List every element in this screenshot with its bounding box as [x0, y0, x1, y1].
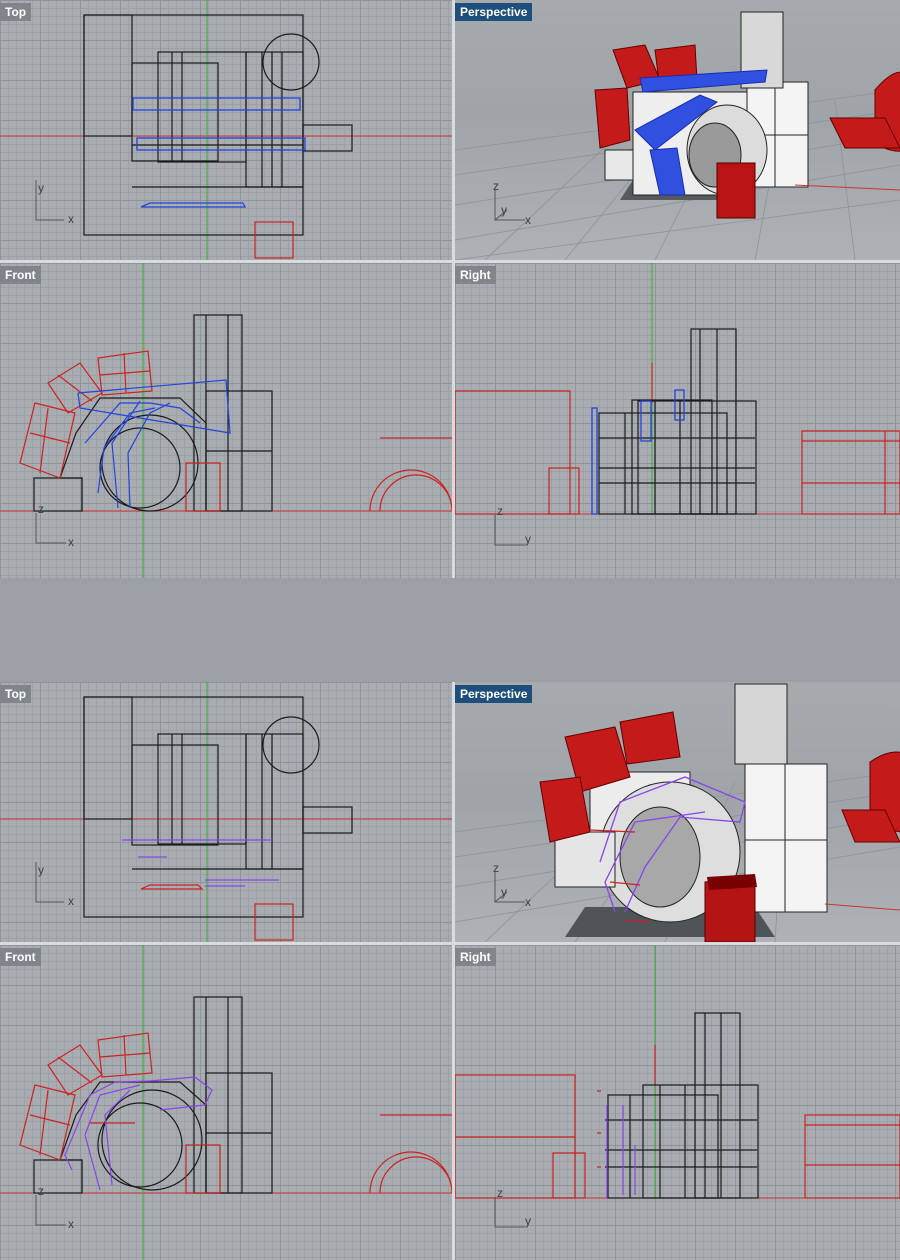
- perspective-view-drawing: z y x: [455, 683, 900, 942]
- axis-label-z: z: [38, 1184, 44, 1198]
- axis-label-y: y: [501, 885, 507, 899]
- viewport-right[interactable]: z y Right: [455, 945, 900, 1260]
- front-view-drawing: z x: [0, 945, 452, 1260]
- axis-label-z: z: [38, 502, 44, 516]
- axis-label-z: z: [493, 861, 499, 875]
- viewport-title-top[interactable]: Top: [0, 3, 32, 21]
- axis-label-y: y: [501, 203, 507, 217]
- viewport-title-front[interactable]: Front: [0, 948, 41, 966]
- viewport-title-perspective[interactable]: Perspective: [455, 3, 533, 21]
- viewport-divider-vertical[interactable]: [452, 0, 455, 578]
- viewport-perspective[interactable]: z y x Perspective: [455, 682, 900, 942]
- axis-label-x: x: [68, 212, 74, 226]
- top-view-drawing: y x: [0, 682, 452, 942]
- axis-label-y: y: [525, 1214, 531, 1228]
- axis-label-z: z: [497, 504, 503, 518]
- top-view-drawing: y x: [0, 0, 452, 260]
- axis-label-x: x: [68, 894, 74, 908]
- axis-label-z: z: [497, 1186, 503, 1200]
- viewport-top[interactable]: y x Top: [0, 0, 452, 260]
- axis-label-y: y: [38, 181, 44, 195]
- viewport-divider-vertical[interactable]: [452, 682, 455, 1260]
- viewport-top[interactable]: y x Top: [0, 682, 452, 942]
- viewport-divider-horizontal[interactable]: [0, 260, 900, 263]
- panel-separator: [0, 578, 900, 682]
- viewport-title-front[interactable]: Front: [0, 266, 41, 284]
- viewport-divider-horizontal[interactable]: [0, 942, 900, 945]
- viewport-title-right[interactable]: Right: [455, 266, 496, 284]
- viewport-front[interactable]: z x Front: [0, 945, 452, 1260]
- viewport-right[interactable]: z y Right: [455, 263, 900, 578]
- axis-label-y: y: [38, 863, 44, 877]
- axis-label-x: x: [68, 1217, 74, 1231]
- viewport-perspective[interactable]: z y x Perspective: [455, 0, 900, 260]
- right-view-drawing: z y: [455, 263, 900, 546]
- front-view-drawing: z x: [0, 263, 452, 578]
- viewport-title-perspective[interactable]: Perspective: [455, 685, 533, 703]
- right-view-drawing: z y: [455, 945, 900, 1228]
- axis-label-x: x: [525, 213, 531, 227]
- axis-label-x: x: [68, 535, 74, 549]
- viewport-title-top[interactable]: Top: [0, 685, 32, 703]
- viewport-front[interactable]: z x Front: [0, 263, 452, 578]
- perspective-view-drawing: z y x: [455, 11, 900, 260]
- axis-label-y: y: [525, 532, 531, 546]
- viewport-title-right[interactable]: Right: [455, 948, 496, 966]
- axis-label-x: x: [525, 895, 531, 909]
- axis-label-z: z: [493, 179, 499, 193]
